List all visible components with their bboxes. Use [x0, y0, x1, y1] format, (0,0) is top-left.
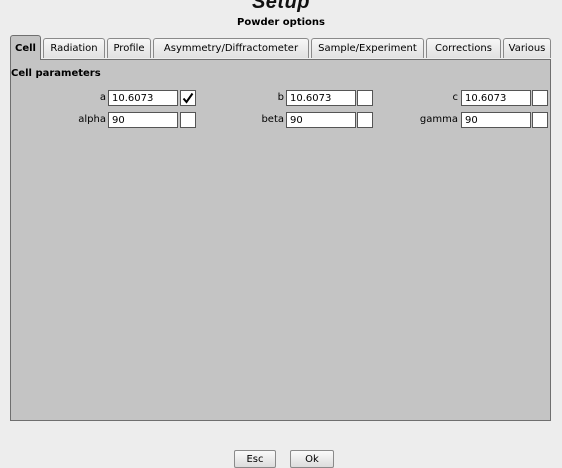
param-a-input[interactable]	[108, 90, 178, 106]
tab-radiation[interactable]: Radiation	[43, 38, 105, 58]
param-label-beta: beta	[261, 114, 284, 125]
param-b-input[interactable]	[286, 90, 356, 106]
tab-cell[interactable]: Cell	[10, 35, 41, 60]
param-c-input[interactable]	[461, 90, 531, 106]
dialog-title: Powder options	[237, 17, 325, 28]
checkmark-icon	[182, 92, 194, 104]
param-label-b: b	[277, 92, 284, 103]
esc-button[interactable]: Esc	[234, 450, 276, 468]
tab-bar: Cell Radiation Profile Asymmetry/Diffrac…	[10, 35, 551, 60]
param-a-refine-checkbox[interactable]	[180, 90, 196, 106]
cell-parameters-heading: Cell parameters	[11, 68, 101, 79]
param-b-refine-checkbox[interactable]	[357, 90, 373, 106]
param-label-a: a	[99, 92, 106, 103]
tab-various[interactable]: Various	[503, 38, 551, 58]
ok-button[interactable]: Ok	[290, 450, 334, 468]
tab-profile[interactable]: Profile	[107, 38, 151, 58]
tab-corrections[interactable]: Corrections	[426, 38, 501, 58]
param-gamma-refine-checkbox[interactable]	[532, 112, 548, 128]
param-beta-refine-checkbox[interactable]	[357, 112, 373, 128]
param-alpha-refine-checkbox[interactable]	[180, 112, 196, 128]
tab-sample-experiment[interactable]: Sample/Experiment	[311, 38, 424, 58]
param-label-alpha: alpha	[78, 114, 106, 125]
param-beta-input[interactable]	[286, 112, 356, 128]
param-c-refine-checkbox[interactable]	[532, 90, 548, 106]
tab-asymmetry-diffractometer[interactable]: Asymmetry/Diffractometer	[153, 38, 309, 58]
header-fragment-text: Setup	[251, 0, 311, 13]
param-alpha-input[interactable]	[108, 112, 178, 128]
param-label-c: c	[452, 92, 459, 103]
param-label-gamma: gamma	[419, 114, 458, 125]
param-gamma-input[interactable]	[461, 112, 531, 128]
